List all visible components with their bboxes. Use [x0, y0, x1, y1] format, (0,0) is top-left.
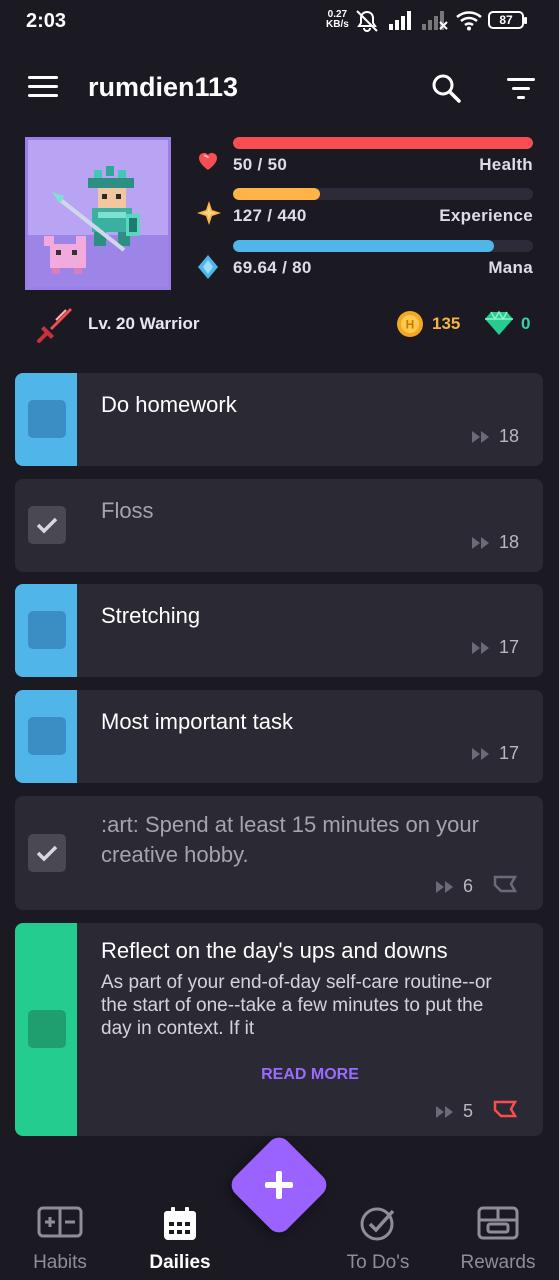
gem-count: 0: [521, 314, 531, 333]
mana-value: 69.64 / 80: [233, 258, 312, 277]
task-title: Floss: [101, 498, 154, 523]
task-title: Most important task: [101, 709, 293, 734]
player-summary: Lv. 20 Warrior H 135 0: [0, 300, 559, 350]
task-checkbox[interactable]: [28, 1010, 66, 1048]
task-streak-count: 5: [462, 1101, 473, 1121]
task-card[interactable]: Reflect on the day's ups and downs As pa…: [15, 923, 543, 1136]
health-value: 50 / 50: [233, 155, 288, 174]
star-icon: [197, 201, 221, 225]
experience-bar: [233, 188, 533, 200]
streak-icon: [471, 537, 489, 549]
streak-icon: [471, 748, 489, 760]
heart-icon: [199, 153, 217, 170]
top-app-bar: rumdien113: [0, 50, 559, 128]
task-streak-count: 18: [498, 426, 519, 446]
avatar-sprite: [44, 166, 140, 274]
mana-label: Mana: [488, 258, 533, 277]
level-class: Lv. 20 Warrior: [88, 314, 200, 333]
network-speed-unit: KB/s: [326, 19, 349, 30]
task-checkbox-strip[interactable]: [15, 373, 77, 466]
svg-text:H: H: [406, 318, 415, 332]
nav-habits-label: Habits: [33, 1252, 87, 1273]
nav-todos-label: To Do's: [346, 1252, 410, 1273]
mana-bar-fill: [233, 240, 495, 252]
mana-bar: [233, 240, 533, 252]
username-title: rumdien113: [88, 72, 239, 102]
wifi-icon: [456, 11, 482, 31]
task-checkbox-checked[interactable]: [28, 834, 66, 872]
task-title: Do homework: [101, 392, 237, 417]
challenge-flag-icon: [493, 1100, 518, 1118]
experience-bar-fill: [233, 188, 320, 200]
task-checkbox-strip[interactable]: [15, 796, 77, 910]
task-notes: As part of your end-of-day self-care rou…: [101, 972, 492, 1039]
rewards-icon: [477, 1206, 519, 1240]
task-card[interactable]: Stretching 17: [15, 584, 543, 677]
challenge-flag-icon: [493, 875, 518, 893]
checkmark-icon: [36, 517, 58, 534]
menu-icon[interactable]: [28, 76, 58, 98]
streak-icon: [471, 642, 489, 654]
signal-icon: [389, 11, 411, 30]
habits-icon: [37, 1206, 83, 1238]
task-streak: 17: [471, 637, 519, 658]
checkmark-icon: [36, 845, 58, 862]
task-checkbox[interactable]: [28, 611, 66, 649]
nav-rewards-label: Rewards: [460, 1252, 536, 1273]
calendar-icon: [164, 1207, 196, 1240]
task-checkbox-strip[interactable]: [15, 479, 77, 572]
task-title: Stretching: [101, 603, 201, 628]
task-checkbox-strip[interactable]: [15, 690, 77, 783]
task-checkbox[interactable]: [28, 400, 66, 438]
task-card[interactable]: Most important task 17: [15, 690, 543, 783]
health-bar-fill: [233, 137, 533, 149]
task-card[interactable]: Do homework 18: [15, 373, 543, 466]
streak-icon: [435, 881, 453, 893]
task-checkbox-checked[interactable]: [28, 506, 66, 544]
check-circle-icon: [360, 1207, 395, 1241]
avatar[interactable]: [25, 137, 171, 290]
gold-coin-icon: H: [397, 311, 423, 337]
task-card[interactable]: Floss 18: [15, 479, 543, 572]
task-checkbox-strip[interactable]: [15, 584, 77, 677]
task-card[interactable]: :art: Spend at least 15 minutes on your …: [15, 796, 543, 910]
task-streak: 18: [471, 426, 519, 447]
task-streak: 6: [435, 874, 519, 897]
mute-icon: [356, 10, 378, 32]
task-checkbox[interactable]: [28, 717, 66, 755]
task-streak-count: 18: [498, 532, 519, 552]
experience-value: 127 / 440: [233, 206, 307, 225]
streak-icon: [435, 1106, 453, 1118]
sword-icon: [37, 308, 72, 343]
filter-icon[interactable]: [506, 75, 536, 101]
task-streak: 17: [471, 743, 519, 764]
health-label: Health: [479, 155, 533, 174]
task-streak-count: 17: [498, 637, 519, 657]
signal-off-icon: [422, 11, 448, 30]
task-streak-count: 6: [462, 876, 473, 896]
streak-icon: [471, 431, 489, 443]
task-streak: 5: [435, 1099, 519, 1122]
network-speed: 0.27 KB/s: [326, 10, 349, 30]
battery-icon: 87: [488, 11, 527, 29]
mana-drop-icon: [198, 255, 218, 279]
task-title: :art: Spend at least 15 minutes on your …: [101, 812, 479, 867]
read-more-link[interactable]: READ MORE: [77, 1066, 543, 1084]
task-checkbox-strip[interactable]: [15, 923, 77, 1136]
nav-dailies-label: Dailies: [149, 1252, 211, 1273]
gold-count: 135: [432, 314, 461, 333]
task-streak: 18: [471, 532, 519, 553]
health-bar: [233, 137, 533, 149]
gem-icon: [485, 310, 513, 335]
search-icon[interactable]: [430, 72, 462, 104]
status-time: 2:03: [26, 10, 67, 32]
experience-label: Experience: [439, 206, 533, 225]
task-title: Reflect on the day's ups and downs: [101, 938, 448, 963]
plus-icon[interactable]: [262, 1168, 296, 1202]
task-streak-count: 17: [498, 743, 519, 763]
status-bar: 2:03 0.27 KB/s 87: [0, 0, 559, 44]
